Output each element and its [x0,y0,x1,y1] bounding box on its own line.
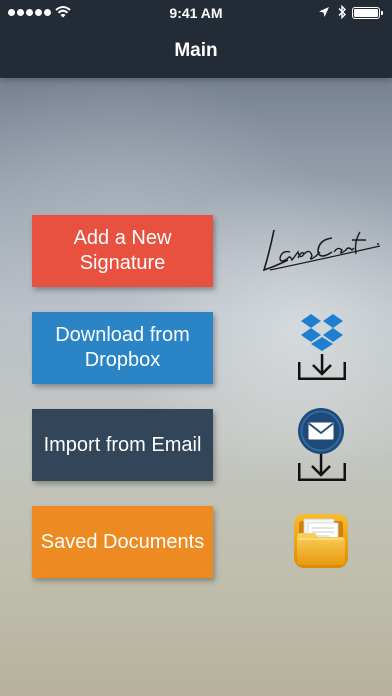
import-email-label: Import from Email [43,433,202,456]
add-signature-label: Add a New Signature [73,227,172,274]
saved-documents-button[interactable]: Saved Documents [32,506,213,578]
status-time: 9:41 AM [169,5,223,21]
page-title: Main [174,40,218,61]
location-arrow-icon [319,7,329,17]
dropbox-download-icon[interactable] [293,312,351,382]
battery-icon [352,7,383,19]
download-dropbox-button[interactable]: Download from Dropbox [32,312,213,384]
signature-image-icon[interactable] [258,222,384,278]
status-bar: 9:41 AM [0,0,392,26]
saved-folder-icon[interactable] [293,513,349,569]
bluetooth-icon [338,4,346,20]
download-dropbox-label: Download from Dropbox [55,324,190,371]
import-email-button[interactable]: Import from Email [32,409,213,481]
top-bar: 9:41 AM Main [0,0,392,78]
add-signature-button[interactable]: Add a New Signature [32,215,213,287]
email-download-icon[interactable] [293,407,351,483]
saved-documents-label: Saved Documents [40,530,205,553]
